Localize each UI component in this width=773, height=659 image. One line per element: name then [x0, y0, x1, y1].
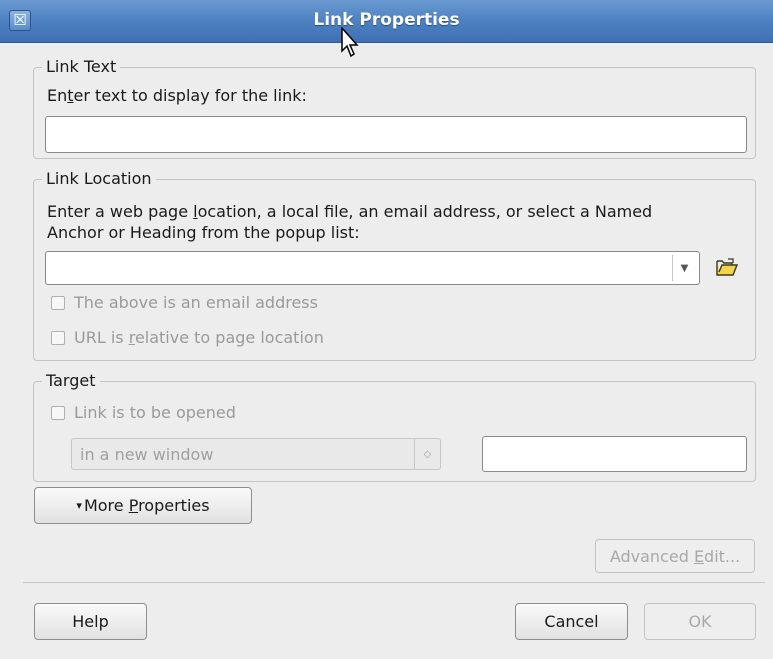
open-link-checkbox[interactable]: Link is to be opened	[51, 403, 236, 422]
help-button[interactable]: Help	[34, 603, 147, 640]
url-combo-input[interactable]: ▼	[45, 251, 700, 285]
target-name-input[interactable]	[482, 436, 747, 472]
target-legend: Target	[42, 371, 100, 391]
link-location-legend: Link Location	[42, 169, 156, 189]
checkbox-icon	[51, 295, 65, 310]
relative-url-checkbox[interactable]: URL is relative to page location	[51, 328, 324, 347]
link-text-prompt: Enter text to display for the link:	[47, 86, 307, 105]
email-checkbox-label: The above is an email address	[74, 293, 318, 312]
advanced-edit-label: Advanced Edit...	[609, 546, 741, 566]
title-bar: ☒ Link Properties	[0, 0, 773, 58]
link-text-group: Link Text Enter text to display for the …	[33, 57, 756, 159]
email-address-checkbox[interactable]: The above is an email address	[51, 293, 318, 312]
link-location-prompt-line2: Anchor or Heading from the popup list:	[47, 223, 360, 242]
chevron-updown-icon: ◇	[414, 439, 440, 469]
chevron-down-icon[interactable]: ▼	[672, 255, 696, 281]
link-text-legend: Link Text	[42, 57, 121, 77]
window-title: Link Properties	[313, 10, 460, 30]
window-target-value: in a new window	[80, 444, 214, 464]
relative-checkbox-label: URL is relative to page location	[74, 328, 324, 347]
link-location-prompt-line1: Enter a web page location, a local file,…	[47, 202, 653, 221]
window-target-select[interactable]: in a new window ◇	[71, 438, 441, 470]
ok-button[interactable]: OK	[644, 603, 756, 640]
open-folder-icon[interactable]	[716, 257, 738, 277]
more-properties-label: More Properties	[83, 496, 210, 515]
link-text-input[interactable]	[45, 116, 747, 153]
cancel-button[interactable]: Cancel	[515, 603, 628, 640]
separator	[23, 582, 765, 583]
target-group: Target Link is to be opened in a new win…	[33, 371, 756, 482]
open-link-checkbox-label: Link is to be opened	[74, 403, 236, 422]
expand-arrow-icon: ▾	[76, 499, 82, 512]
advanced-edit-button[interactable]: Advanced Edit...	[595, 539, 755, 573]
more-properties-button[interactable]: ▾ More Properties	[34, 487, 252, 524]
checkbox-icon	[51, 330, 65, 345]
mouse-pointer-icon	[341, 27, 359, 58]
checkbox-icon	[51, 405, 65, 420]
link-location-group: Link Location Enter a web page location,…	[33, 169, 756, 361]
